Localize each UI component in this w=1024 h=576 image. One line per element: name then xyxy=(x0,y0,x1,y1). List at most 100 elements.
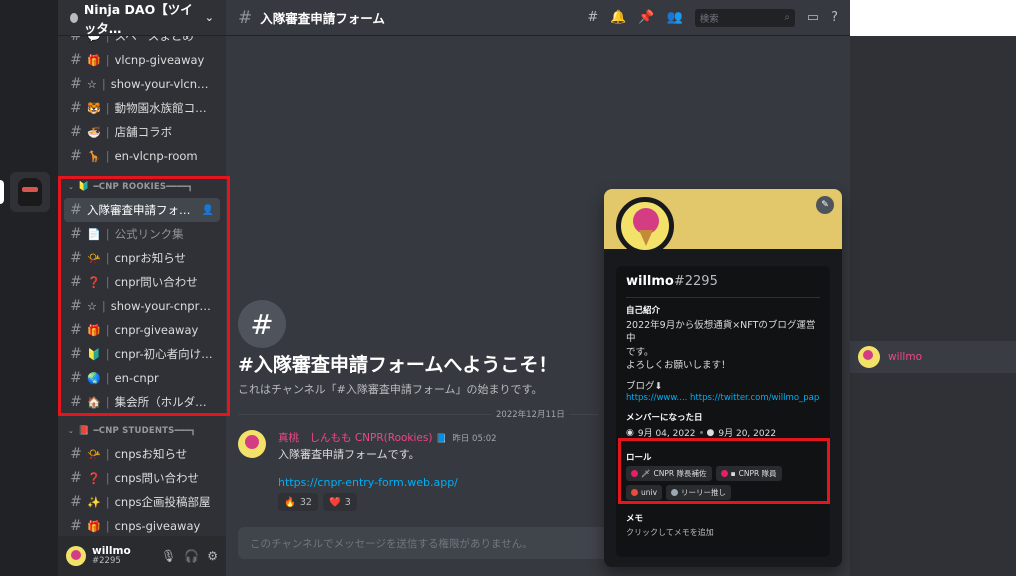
channel-item[interactable]: # ✨ | cnps企画投稿部屋 xyxy=(64,490,220,514)
chevron-down-icon: ⌄ xyxy=(204,11,214,24)
bio-line: 2022年9月から仮想通貨×NFTのブログ運営中 xyxy=(626,320,816,345)
channel-emoji: ☆ xyxy=(87,77,97,91)
search-input[interactable]: 検索 ⌕ xyxy=(694,8,795,27)
guild-name: Ninja DAO【ツイッタ… xyxy=(83,1,193,36)
mute-mic-icon[interactable]: 🎙 xyxy=(161,549,176,563)
role-chip[interactable]: univ xyxy=(626,485,663,501)
channel-item[interactable]: # ☆ | show-your-cnpr（… xyxy=(64,294,220,318)
separator: | xyxy=(105,125,110,139)
discord-join-date: 9月 04, 2022 xyxy=(637,429,696,440)
channel-item[interactable]: # ❓ | cnps問い合わせ xyxy=(64,466,220,490)
role-label: CNPR 隊長補佐 xyxy=(653,469,707,479)
channel-item[interactable]: # 🔰 | cnpr-初心者向け… xyxy=(64,342,220,366)
channel-name: cnprお知らせ xyxy=(114,251,186,265)
note-input[interactable]: クリックしてメモを追加 xyxy=(626,527,820,538)
channel-item[interactable]: # 🏠 | 集会所（ホルダ… xyxy=(64,390,220,414)
channel-name: cnps-giveaway xyxy=(114,519,201,533)
channel-item[interactable]: # 🌏 | en-cnpr xyxy=(64,366,220,390)
avatar[interactable] xyxy=(66,546,86,566)
bell-icon[interactable]: 🔔 xyxy=(610,10,626,25)
channel-item[interactable]: # 📯 | cnpsお知らせ xyxy=(64,442,220,466)
channel-item-active[interactable]: # 入隊審査申請フォーム 👤 xyxy=(64,198,220,222)
user-name-block[interactable]: willmo #2295 xyxy=(92,545,131,567)
hash-icon: # xyxy=(70,148,82,164)
threads-icon[interactable]: # xyxy=(587,10,598,25)
channel-item[interactable]: # 💬 | スペースまとめ xyxy=(64,36,220,48)
hash-icon: # xyxy=(70,298,82,314)
channel-name: cnps問い合わせ xyxy=(114,471,199,485)
role-chip[interactable]: リーリー推し xyxy=(666,485,732,501)
gear-icon[interactable]: ⚙ xyxy=(207,549,218,563)
message-author[interactable]: 真桃 しんもも CNPR(Rookies) xyxy=(278,432,432,444)
channel-item[interactable]: # 🎁 | vlcnp-giveaway xyxy=(64,48,220,72)
channel-name: vlcnp-giveaway xyxy=(114,53,205,67)
separator: | xyxy=(105,519,110,533)
category-label: ━CNP ROOKIES━━━━┓ xyxy=(93,182,193,192)
member-list-icon[interactable]: 👥 xyxy=(667,10,683,25)
message-link[interactable]: https://cnpr-entry-form.web.app/ xyxy=(278,476,458,489)
ninja-dao-server-icon[interactable] xyxy=(10,172,50,212)
category-label: ━CNP STUDENTS━━━┓ xyxy=(93,426,196,436)
member-name: willmo xyxy=(888,351,922,363)
inbox-icon[interactable]: ▭ xyxy=(807,10,819,25)
channel-item[interactable]: # 🍜 | 店舗コラボ xyxy=(64,120,220,144)
channel-item[interactable]: # ❓ | cnpr問い合わせ xyxy=(64,270,220,294)
channel-item[interactable]: # ☆ | show-your-vlcnp… xyxy=(64,72,220,96)
category-cnp-rookies[interactable]: ⌄ 🔰 ━CNP ROOKIES━━━━┓ xyxy=(64,176,220,198)
channel-item[interactable]: # 🎁 | cnpr-giveaway xyxy=(64,318,220,342)
channel-name: show-your-cnpr（… xyxy=(110,299,214,313)
profile-avatar[interactable] xyxy=(616,197,674,255)
channel-sidebar: Ninja DAO【ツイッタ… ⌄ # 💬 | スペースまとめ # 🎁 | vlcnp-gi… xyxy=(58,0,226,576)
channel-list: # 💬 | スペースまとめ # 🎁 | vlcnp-giveaway # ☆ | show-you… xyxy=(58,36,226,536)
server-join-date: 9月 20, 2022 xyxy=(718,429,777,440)
boost-icon xyxy=(70,12,78,23)
channel-name: スペースまとめ xyxy=(114,36,194,43)
role-label: リーリー推し xyxy=(681,488,727,498)
role-color-dot xyxy=(720,470,728,478)
hash-icon: # xyxy=(70,202,82,218)
profile-body: willmo#2295 自己紹介 2022年9月から仮想通貨×NFTのブログ運営… xyxy=(616,266,830,557)
pin-icon[interactable]: 📌 xyxy=(638,10,654,25)
channel-emoji: 🌏 xyxy=(87,371,101,385)
user-panel: willmo #2295 🎙 🎧 ⚙ xyxy=(58,536,226,576)
user-panel-controls: 🎙 🎧 ⚙ xyxy=(161,549,218,563)
channel-item[interactable]: # 🐯 | 動物園水族館コ… xyxy=(64,96,220,120)
channel-emoji: 🐯 xyxy=(87,101,101,115)
category-cnp-students[interactable]: ⌄ 📕 ━CNP STUDENTS━━━┓ xyxy=(64,420,220,442)
reactions: 🔥 32 ❤️ 3 xyxy=(278,493,357,511)
role-chip[interactable]: 🗡 CNPR 隊長補佐 xyxy=(626,466,712,482)
member-item[interactable]: willmo xyxy=(850,341,1016,373)
channel-name: 動物園水族館コ… xyxy=(114,101,207,115)
separator: | xyxy=(101,77,106,91)
separator: | xyxy=(105,149,110,163)
channel-item[interactable]: # 🦒 | en-vlcnp-room xyxy=(64,144,220,168)
page-margin xyxy=(1016,0,1024,576)
separator: | xyxy=(105,495,110,509)
separator: | xyxy=(105,275,110,289)
profile-links[interactable]: https://www.... https://twitter.com/will… xyxy=(626,393,820,403)
channel-item[interactable]: # 📯 | cnprお知らせ xyxy=(64,246,220,270)
welcome-title: #入隊審査申請フォームへようこそ！ xyxy=(238,354,558,376)
role-chip[interactable]: ▪ CNPR 隊員 xyxy=(715,466,782,482)
channel-name: cnps企画投稿部屋 xyxy=(114,495,211,509)
user-profile-popout: ✎ willmo#2295 自己紹介 2022年9月から仮想通貨×NFTのブログ… xyxy=(604,189,842,567)
message-timestamp: 昨日 05:02 xyxy=(452,434,497,444)
channel-emoji: 🍜 xyxy=(87,125,101,139)
headphones-icon[interactable]: 🎧 xyxy=(184,549,199,563)
role-color-dot xyxy=(631,489,638,497)
reaction-heart[interactable]: ❤️ 3 xyxy=(322,493,357,511)
separator: | xyxy=(101,299,106,313)
reaction-fire[interactable]: 🔥 32 xyxy=(278,493,318,511)
thread-hash-icon: # xyxy=(70,394,82,410)
help-icon[interactable]: ? xyxy=(831,10,838,25)
channel-item[interactable]: # 📄 | 公式リンク集 xyxy=(64,222,220,246)
message-avatar[interactable] xyxy=(238,430,266,458)
add-member-icon[interactable]: 👤 xyxy=(202,205,214,216)
separator: | xyxy=(105,53,110,67)
chevron-down-icon: ⌄ xyxy=(68,183,75,191)
reaction-count: 3 xyxy=(344,496,351,508)
server-selected-indicator xyxy=(0,180,4,204)
guild-header[interactable]: Ninja DAO【ツイッタ… ⌄ xyxy=(58,0,226,36)
edit-profile-icon[interactable]: ✎ xyxy=(816,196,834,214)
channel-item[interactable]: # 🎁 | cnps-giveaway xyxy=(64,514,220,536)
